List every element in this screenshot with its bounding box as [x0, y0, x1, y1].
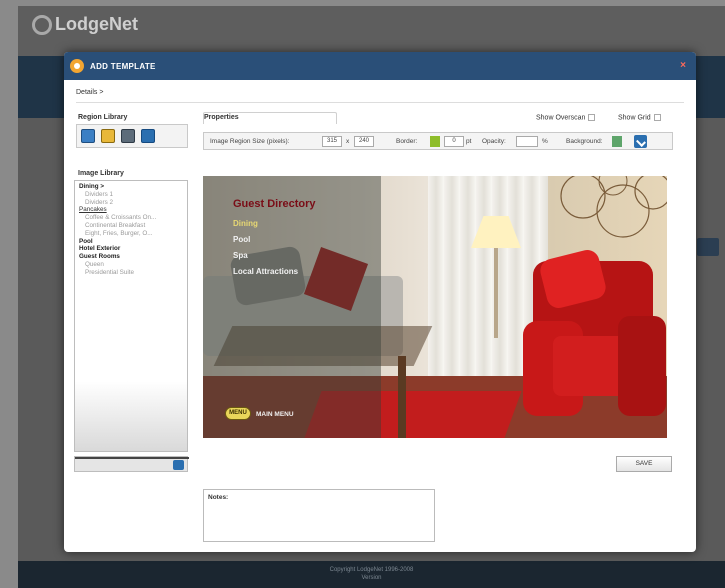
wallpaper-pattern: [560, 176, 667, 238]
region-width-input[interactable]: 315: [322, 136, 342, 147]
background-color-swatch[interactable]: [612, 136, 622, 147]
close-icon[interactable]: ×: [680, 60, 686, 71]
add-image-button[interactable]: [173, 460, 184, 470]
region-library-toolbar: [76, 124, 188, 148]
save-button[interactable]: SAVE: [616, 456, 672, 472]
menu-item-dining: Dining: [233, 219, 258, 228]
show-overscan-checkbox[interactable]: [588, 114, 596, 121]
logo-text: LodgeNet: [55, 14, 138, 34]
lamp-pole: [494, 248, 498, 338]
opacity-input[interactable]: [516, 136, 538, 147]
menu-title: Guest Directory: [233, 198, 316, 210]
image-library-footer: [74, 456, 189, 472]
border-label: Border:: [396, 138, 418, 145]
show-grid-option[interactable]: Show Grid: [618, 114, 661, 121]
image-library-item[interactable]: Presidential Suite: [79, 269, 183, 277]
template-icon: [70, 59, 84, 73]
show-grid-label: Show Grid: [618, 114, 651, 122]
video-tool-icon[interactable]: [121, 129, 135, 143]
image-library-label: Image Library: [78, 170, 124, 177]
add-template-dialog: ADD TEMPLATE × Details > Region Library …: [64, 52, 696, 552]
region-library-label: Region Library: [78, 114, 128, 121]
size-x-label: x: [346, 138, 350, 145]
image-library-item[interactable]: Guest Rooms: [79, 253, 183, 261]
opacity-unit-label: %: [542, 138, 548, 145]
table-leg: [398, 356, 406, 438]
image-library-list[interactable]: Dining > Dividers 1 Dividers 2 Pancakes Coff…: [74, 180, 188, 452]
menu-item-local-attractions: Local Attractions: [233, 267, 299, 276]
image-library-item[interactable]: Continental Breakfast: [79, 222, 183, 230]
breadcrumb[interactable]: Details >: [76, 89, 103, 96]
border-color-swatch[interactable]: [430, 136, 440, 147]
properties-bar: Image Region Size (pixels): 315 x 240 Bo…: [203, 132, 673, 150]
notes-label: Notes:: [208, 494, 229, 501]
apply-properties-button[interactable]: [634, 135, 647, 148]
image-tool-icon[interactable]: [101, 129, 115, 143]
image-library-item[interactable]: Hotel Exterior: [79, 245, 183, 253]
dialog-title: ADD TEMPLATE: [90, 62, 156, 71]
image-library-item[interactable]: Pool: [79, 238, 183, 246]
show-overscan-option[interactable]: Show Overscan: [536, 114, 596, 122]
page-side-button: [697, 238, 719, 256]
template-preview-canvas[interactable]: Guest Directory Dining Pool Spa Local At…: [203, 176, 667, 438]
properties-label: Properties: [204, 114, 239, 121]
border-width-input[interactable]: 0: [444, 136, 464, 147]
show-grid-checkbox[interactable]: [653, 114, 661, 121]
opacity-label: Opacity:: [482, 138, 506, 145]
footer-version: Version: [361, 575, 382, 581]
image-library-item[interactable]: Dividers 2: [79, 199, 183, 207]
background-label: Background:: [566, 138, 603, 145]
link-tool-icon[interactable]: [141, 129, 155, 143]
show-overscan-label: Show Overscan: [536, 114, 586, 122]
lodgenet-logo: LodgeNet: [32, 14, 138, 36]
footer-copyright: Copyright LodgeNet 1996-2008: [329, 567, 414, 573]
armchair-right-arm: [618, 316, 666, 416]
logo-icon: [32, 15, 52, 36]
divider: [76, 102, 684, 103]
image-library-item[interactable]: Queen: [79, 261, 183, 269]
image-library-item[interactable]: Coffee & Croissants On...: [79, 214, 183, 222]
image-library-item[interactable]: Pancakes: [79, 206, 183, 214]
image-library-tree: Dining > Dividers 1 Dividers 2 Pancakes Coff…: [75, 181, 187, 279]
horizontal-scrollbar[interactable]: [75, 457, 189, 459]
region-height-input[interactable]: 240: [354, 136, 374, 147]
menu-item-spa: Spa: [233, 251, 248, 260]
menu-item-pool: Pool: [233, 235, 251, 244]
notes-field[interactable]: Notes:: [203, 489, 435, 542]
image-library-item[interactable]: Dividers 1: [79, 191, 183, 199]
main-menu-label: MAIN MENU: [256, 411, 294, 418]
border-unit-label: pt: [466, 138, 472, 145]
menu-overlay-region[interactable]: [203, 176, 381, 438]
image-library-item[interactable]: Eight, Fries, Burger, O...: [79, 230, 183, 238]
image-library-item[interactable]: Dining >: [79, 183, 183, 191]
text-tool-icon[interactable]: [81, 129, 95, 143]
dialog-header: ADD TEMPLATE ×: [64, 52, 696, 80]
page-footer: Copyright LodgeNet 1996-2008 Version: [18, 561, 725, 588]
region-size-label: Image Region Size (pixels):: [210, 138, 290, 145]
menu-badge: MENU: [225, 407, 251, 420]
